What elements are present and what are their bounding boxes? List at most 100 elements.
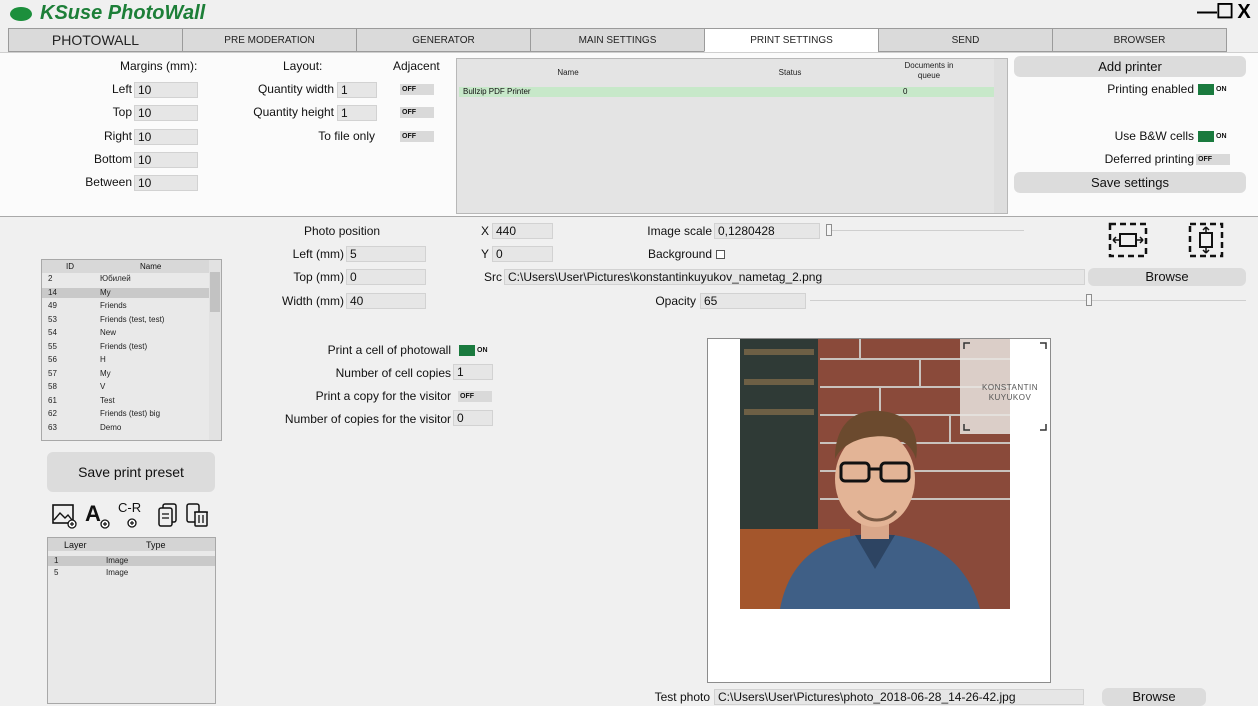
title-bar: KSuse PhotoWall — ☐ X (0, 0, 1258, 28)
to-file-only-toggle[interactable]: OFF (400, 131, 434, 142)
visitor-copy-label: Print a copy for the visitor (315, 389, 451, 403)
photo-position-header: Photo position (304, 224, 381, 238)
preset-row[interactable]: 61 Test (42, 396, 209, 406)
tab-pre-moderation[interactable]: PRE MODERATION (182, 28, 357, 52)
deferred-printing-toggle[interactable]: OFF (1196, 154, 1230, 165)
preset-row[interactable]: 56 H (42, 355, 209, 365)
presets-col-name: Name (140, 262, 162, 271)
presets-list[interactable]: ID Name 2 Юбилей 14 My 49 Friends 53 Friends (t… (41, 259, 222, 441)
preset-name: Friends (100, 301, 127, 310)
margin-right-input[interactable]: 10 (134, 129, 198, 145)
add-image-icon[interactable] (50, 500, 78, 530)
layer-row[interactable]: 5 Image (48, 568, 215, 578)
test-photo-input[interactable]: C:\Users\User\Pictures\photo_2018-06-28_… (714, 689, 1084, 705)
preset-id: 55 (48, 341, 57, 351)
preset-row[interactable]: 55 Friends (test) (42, 342, 209, 352)
preset-id: 58 (48, 382, 57, 391)
add-text-icon[interactable]: A (83, 500, 111, 530)
save-print-preset-button[interactable]: Save print preset (47, 452, 215, 492)
presets-scrollbar[interactable] (209, 260, 221, 440)
preset-name: Friends (test) (100, 341, 148, 351)
preset-row[interactable]: 58 V (42, 382, 209, 392)
margin-left-input[interactable]: 10 (134, 82, 198, 98)
opacity-input[interactable]: 65 (700, 293, 806, 309)
margin-top-input[interactable]: 10 (134, 105, 198, 121)
margin-left-label: Left (111, 82, 132, 96)
nametag-overlay[interactable]: KONSTANTIN KUYUKOV (960, 339, 1050, 434)
tab-generator[interactable]: GENERATOR (356, 28, 531, 52)
photo-width-input[interactable]: 40 (346, 293, 426, 309)
add-printer-button[interactable]: Add printer (1014, 56, 1246, 77)
presets-scrollbar-thumb[interactable] (210, 272, 220, 312)
preset-row[interactable]: 53 Friends (test, test) (42, 315, 209, 325)
printers-col-name: Name (557, 68, 579, 77)
bw-cells-toggle[interactable]: ON (1198, 131, 1228, 142)
layout-header: Layout: (283, 59, 323, 73)
tab-print-settings[interactable]: PRINT SETTINGS (704, 28, 879, 52)
preset-id: 54 (48, 328, 57, 337)
opacity-label: Opacity (655, 294, 696, 308)
tab-send[interactable]: SEND (878, 28, 1053, 52)
quantity-height-input[interactable]: 1 (337, 105, 377, 121)
preset-id: 49 (48, 301, 57, 310)
preset-row[interactable]: 49 Friends (42, 301, 209, 311)
svg-text:A: A (85, 501, 101, 526)
tab-photowall[interactable]: PHOTOWALL (8, 28, 183, 52)
preset-id: 53 (48, 314, 57, 324)
test-photo-browse-button[interactable]: Browse (1102, 688, 1206, 706)
test-photo-label: Test photo (654, 690, 710, 704)
y-input[interactable]: 0 (492, 246, 553, 262)
photo-top-input[interactable]: 0 (346, 269, 426, 285)
margin-between-input[interactable]: 10 (134, 175, 198, 191)
to-file-only-label: To file only (318, 129, 375, 143)
src-input[interactable]: C:\Users\User\Pictures\konstantinkuyukov… (504, 269, 1085, 285)
preset-row[interactable]: 2 Юбилей (42, 274, 209, 284)
printers-table[interactable]: Name Status Documents in queue Bullzip P… (456, 58, 1008, 214)
margin-bottom-input[interactable]: 10 (134, 152, 198, 168)
printer-row[interactable]: Bullzip PDF Printer 0 (459, 87, 994, 97)
preset-row[interactable]: 14 My (42, 287, 209, 298)
preset-row[interactable]: 62 Friends (test) big (42, 409, 209, 419)
fit-height-icon[interactable] (1176, 220, 1240, 260)
opacity-slider[interactable] (1086, 294, 1092, 306)
tab-main-settings[interactable]: MAIN SETTINGS (530, 28, 705, 52)
delete-layer-icon[interactable] (184, 500, 212, 530)
src-browse-button[interactable]: Browse (1088, 268, 1246, 286)
x-input[interactable]: 440 (492, 223, 553, 239)
preset-row[interactable]: 57 My (42, 369, 209, 379)
add-code-icon[interactable]: C-R (116, 498, 148, 530)
fit-width-icon[interactable] (1098, 220, 1162, 260)
printers-scrollbar[interactable] (994, 59, 1007, 213)
opacity-track (810, 300, 1246, 301)
printing-enabled-toggle[interactable]: ON (1198, 84, 1228, 95)
image-scale-label: Image scale (647, 224, 712, 238)
minimize-button[interactable]: — (1197, 2, 1217, 22)
visitor-copies-input[interactable]: 0 (453, 410, 493, 426)
preset-name: New (100, 328, 117, 337)
layers-list[interactable]: Layer Type 1 Image 5 Image (47, 537, 216, 704)
layer-row[interactable]: 1 Image (48, 556, 215, 566)
adjacent-height-toggle[interactable]: OFF (400, 107, 434, 118)
adjacent-width-toggle[interactable]: OFF (400, 84, 434, 95)
photo-left-input[interactable]: 5 (346, 246, 426, 262)
image-scale-input[interactable]: 0,1280428 (714, 223, 820, 239)
background-checkbox[interactable] (716, 250, 725, 259)
layers-col-layer: Layer (64, 540, 87, 550)
nametag-line1: KONSTANTIN (982, 383, 1038, 392)
tab-browser[interactable]: BROWSER (1052, 28, 1227, 52)
cell-copies-input[interactable]: 1 (453, 364, 493, 380)
layers-col-type: Type (146, 540, 166, 550)
nametag-line2: KUYUKOV (988, 393, 1032, 402)
image-scale-slider[interactable] (826, 224, 832, 236)
copy-layer-icon[interactable] (156, 500, 180, 530)
close-button[interactable]: X (1236, 2, 1252, 22)
quantity-width-input[interactable]: 1 (337, 82, 377, 98)
preset-row[interactable]: 54 New (42, 328, 209, 338)
print-cell-toggle[interactable]: ON (459, 345, 489, 356)
quantity-height-label: Quantity height (253, 105, 334, 119)
save-settings-button[interactable]: Save settings (1014, 172, 1246, 193)
quantity-width-label: Quantity width (257, 82, 334, 96)
visitor-copy-toggle[interactable]: OFF (458, 391, 492, 402)
preset-row[interactable]: 63 Demo (42, 423, 209, 433)
maximize-button[interactable]: ☐ (1216, 2, 1234, 22)
